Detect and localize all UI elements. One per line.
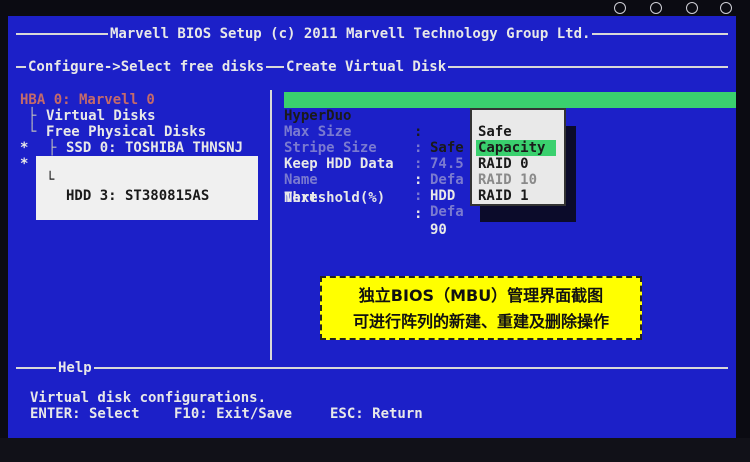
- breadcrumb: Configure->Select free disks: [26, 59, 267, 75]
- selected-mark-icon: *: [20, 140, 29, 156]
- tree-item-free-physical-disks[interactable]: Free Physical Disks: [46, 124, 206, 140]
- setting-value: Defa: [430, 172, 464, 188]
- setting-separator: :: [414, 188, 423, 204]
- caption-box: 独立BIOS（MBU）管理界面截图 可进行阵列的新建、重建及删除操作: [320, 276, 642, 340]
- setting-row-threshold[interactable]: Threshold(%) : 90: [284, 174, 447, 254]
- monitor-bezel-bottom: [0, 438, 750, 462]
- disk-item-hdd: HDD 3: ST380815AS: [66, 188, 210, 204]
- setting-value: Safe: [430, 140, 464, 156]
- key-f10: F10: Exit/Save: [174, 406, 293, 422]
- option-raid-0[interactable]: RAID 0: [478, 156, 529, 172]
- tree-branch-icon: ├: [48, 140, 57, 156]
- key-esc: ESC: Return: [330, 406, 423, 422]
- tree-item-virtual-disks[interactable]: Virtual Disks: [46, 108, 156, 124]
- disk-item-ssd[interactable]: SSD 0: TOSHIBA THNSNJ: [66, 140, 243, 156]
- caption-line-2: 可进行阵列的新建、重建及删除操作: [352, 312, 609, 331]
- hba-node[interactable]: HBA 0: Marvell 0: [20, 92, 155, 108]
- setting-separator: :: [414, 172, 423, 188]
- key-enter: ENTER: Select: [30, 406, 140, 422]
- setting-value: Defa: [430, 204, 464, 220]
- tree-branch-icon: ├: [28, 108, 37, 124]
- next-button[interactable]: Next: [284, 190, 318, 206]
- panel-divider: [270, 90, 272, 360]
- bezel-button-icon[interactable]: [650, 2, 662, 14]
- setting-separator: :: [414, 206, 423, 222]
- setting-value: 90: [430, 222, 447, 238]
- help-rule: [16, 367, 728, 369]
- caption-line-1: 独立BIOS（MBU）管理界面截图: [358, 286, 604, 305]
- monitor-bezel-top: [0, 0, 750, 16]
- setting-value: HDD: [430, 188, 456, 204]
- setting-row-hyperduo[interactable]: HyperDuo : Safe: [284, 92, 736, 156]
- bezel-button-icon[interactable]: [686, 2, 698, 14]
- monitor-bezel-left: [0, 0, 8, 462]
- selected-mark-icon: *: [20, 156, 29, 172]
- option-raid-1[interactable]: RAID 1: [478, 188, 529, 204]
- help-label: Help: [56, 360, 94, 376]
- setting-separator: :: [414, 156, 423, 172]
- tree-corner-icon: └: [46, 172, 55, 188]
- option-safe[interactable]: Safe: [478, 124, 512, 140]
- setting-value: 74.5: [430, 156, 464, 172]
- help-text: Virtual disk configurations.: [30, 390, 267, 406]
- panel-title: Create Virtual Disk: [284, 59, 449, 75]
- bios-title: Marvell BIOS Setup (c) 2011 Marvell Tech…: [108, 26, 593, 42]
- hyperduo-dropdown[interactable]: Safe Capacity RAID 0 RAID 10 RAID 1: [470, 108, 566, 206]
- disk-item-hdd-row[interactable]: └ HDD 3: ST380815AS: [36, 156, 258, 220]
- setting-separator: :: [414, 140, 423, 156]
- option-capacity[interactable]: Capacity: [476, 140, 556, 156]
- bezel-button-icon[interactable]: [720, 2, 732, 14]
- monitor-bezel-right: [736, 0, 750, 462]
- tree-corner-icon: └: [28, 124, 37, 140]
- bezel-button-icon[interactable]: [614, 2, 626, 14]
- option-raid-10[interactable]: RAID 10: [478, 172, 537, 188]
- setting-separator: :: [414, 124, 423, 140]
- bios-screen: Marvell BIOS Setup (c) 2011 Marvell Tech…: [8, 16, 736, 438]
